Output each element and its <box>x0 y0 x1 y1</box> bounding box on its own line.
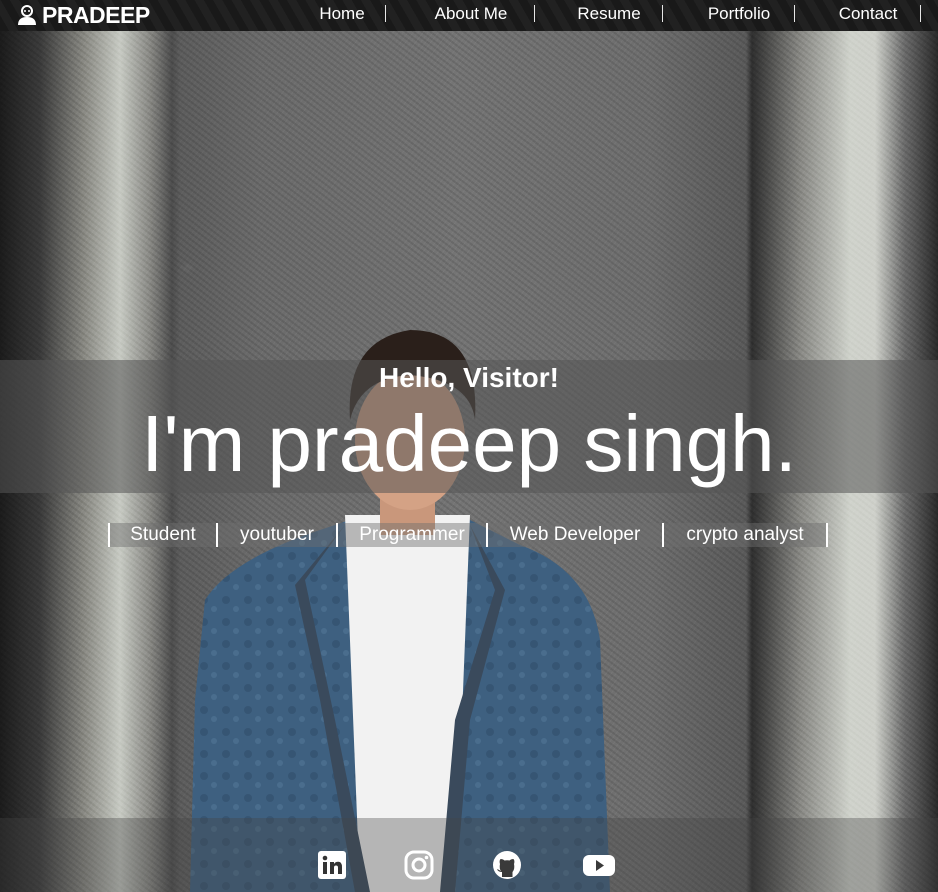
nav-home[interactable]: Home <box>309 3 375 25</box>
hero-greeting: Hello, Visitor! <box>379 362 559 393</box>
main-menu: Home About Me Resume Portfolio Contact <box>0 0 938 31</box>
role-crypto-analyst: crypto analyst <box>686 524 804 545</box>
nav-divider <box>794 5 795 22</box>
instagram-icon[interactable] <box>402 848 436 882</box>
nav-divider <box>534 5 535 22</box>
role-student: Student <box>130 524 196 545</box>
youtube-icon[interactable] <box>582 848 616 882</box>
nav-divider <box>385 5 386 22</box>
nav-resume[interactable]: Resume <box>570 3 648 25</box>
github-icon[interactable] <box>490 848 524 882</box>
hero-name: I'm pradeep singh. <box>141 399 797 488</box>
social-band <box>0 818 938 892</box>
nav-divider <box>920 5 921 22</box>
role-programmer: Programmer <box>359 524 465 545</box>
nav-contact[interactable]: Contact <box>830 3 906 25</box>
nav-divider <box>662 5 663 22</box>
role-divider <box>826 523 828 547</box>
nav-about-me[interactable]: About Me <box>422 3 520 25</box>
top-navbar: PRADEEP Home About Me Resume Portfolio C… <box>0 0 938 31</box>
nav-portfolio[interactable]: Portfolio <box>699 3 779 25</box>
role-youtuber: youtuber <box>240 524 314 545</box>
role-web-developer: Web Developer <box>509 524 641 545</box>
linkedin-icon[interactable] <box>315 848 349 882</box>
